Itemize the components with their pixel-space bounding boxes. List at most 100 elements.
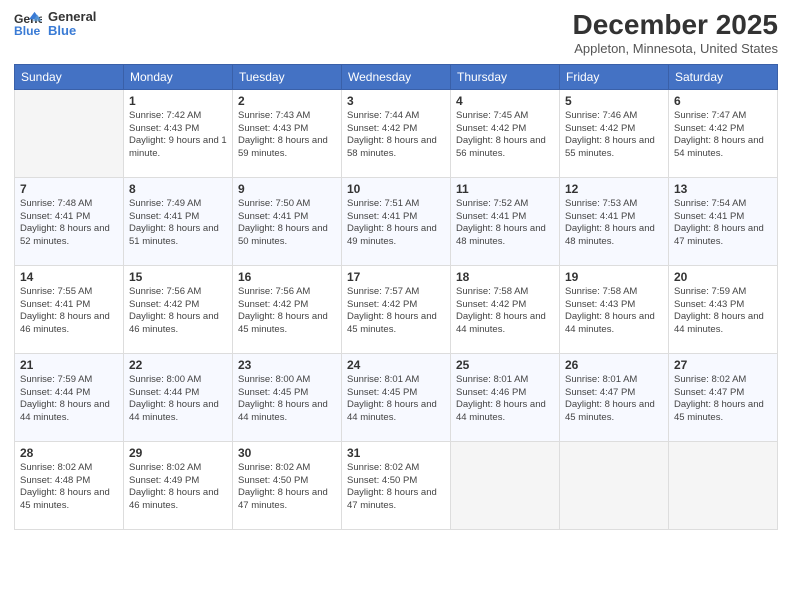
calendar-day-cell: 20 Sunrise: 7:59 AMSunset: 4:43 PMDayligh…: [669, 265, 778, 353]
day-number: 2: [238, 94, 336, 108]
day-info: Sunrise: 7:44 AMSunset: 4:42 PMDaylight:…: [347, 110, 445, 161]
day-info: Sunrise: 8:01 AMSunset: 4:45 PMDaylight:…: [347, 374, 445, 425]
day-info: Sunrise: 7:42 AMSunset: 4:43 PMDaylight:…: [129, 110, 227, 161]
weekday-header-saturday: Saturday: [669, 64, 778, 89]
day-number: 13: [674, 182, 772, 196]
day-number: 15: [129, 270, 227, 284]
calendar-header-row: SundayMondayTuesdayWednesdayThursdayFrid…: [15, 64, 778, 89]
day-number: 20: [674, 270, 772, 284]
logo: General Blue General Blue: [14, 10, 96, 39]
day-number: 7: [20, 182, 118, 196]
calendar-day-cell: 26Sunrise: 8:01 AMSunset: 4:47 PMDayligh…: [560, 353, 669, 441]
day-info: Sunrise: 7:58 AMSunset: 4:43 PMDaylight:…: [565, 286, 663, 337]
calendar-week-row: 7 Sunrise: 7:48 AMSunset: 4:41 PMDaylight…: [15, 177, 778, 265]
day-number: 30: [238, 446, 336, 460]
calendar-day-cell: 4Sunrise: 7:45 AMSunset: 4:42 PMDaylight…: [451, 89, 560, 177]
day-number: 5: [565, 94, 663, 108]
weekday-header-thursday: Thursday: [451, 64, 560, 89]
day-info: Sunrise: 7:55 AMSunset: 4:41 PMDaylight:…: [20, 286, 118, 337]
weekday-header-wednesday: Wednesday: [342, 64, 451, 89]
day-info: Sunrise: 7:46 AMSunset: 4:42 PMDaylight:…: [565, 110, 663, 161]
logo-blue-text: Blue: [48, 24, 96, 38]
calendar-day-cell: 10 Sunrise: 7:51 AMSunset: 4:41 PMDayligh…: [342, 177, 451, 265]
day-info: Sunrise: 8:02 AMSunset: 4:47 PMDaylight:…: [674, 374, 772, 425]
day-info: Sunrise: 7:50 AMSunset: 4:41 PMDaylight:…: [238, 198, 336, 249]
day-info: Sunrise: 8:00 AMSunset: 4:45 PMDaylight:…: [238, 374, 336, 425]
day-info: Sunrise: 8:01 AMSunset: 4:46 PMDaylight:…: [456, 374, 554, 425]
day-info: Sunrise: 7:52 AMSunset: 4:41 PMDaylight:…: [456, 198, 554, 249]
day-number: 17: [347, 270, 445, 284]
calendar-day-cell: 30 Sunrise: 8:02 AMSunset: 4:50 PMDayligh…: [233, 441, 342, 529]
calendar-day-cell: 19 Sunrise: 7:58 AMSunset: 4:43 PMDayligh…: [560, 265, 669, 353]
day-number: 9: [238, 182, 336, 196]
day-info: Sunrise: 7:51 AMSunset: 4:41 PMDaylight:…: [347, 198, 445, 249]
day-info: Sunrise: 8:00 AMSunset: 4:44 PMDaylight:…: [129, 374, 227, 425]
calendar-day-cell: 11 Sunrise: 7:52 AMSunset: 4:41 PMDayligh…: [451, 177, 560, 265]
calendar-day-cell: 31Sunrise: 8:02 AMSunset: 4:50 PMDayligh…: [342, 441, 451, 529]
day-number: 31: [347, 446, 445, 460]
calendar-day-cell: 9 Sunrise: 7:50 AMSunset: 4:41 PMDaylight…: [233, 177, 342, 265]
calendar-day-cell: [451, 441, 560, 529]
day-info: Sunrise: 8:02 AMSunset: 4:50 PMDaylight:…: [238, 462, 336, 513]
calendar-day-cell: 28 Sunrise: 8:02 AMSunset: 4:48 PMDayligh…: [15, 441, 124, 529]
day-number: 22: [129, 358, 227, 372]
day-number: 23: [238, 358, 336, 372]
calendar-day-cell: 1 Sunrise: 7:42 AMSunset: 4:43 PMDaylight…: [124, 89, 233, 177]
calendar-day-cell: 24 Sunrise: 8:01 AMSunset: 4:45 PMDayligh…: [342, 353, 451, 441]
calendar-day-cell: 17 Sunrise: 7:57 AMSunset: 4:42 PMDayligh…: [342, 265, 451, 353]
calendar-day-cell: [669, 441, 778, 529]
calendar-day-cell: 23 Sunrise: 8:00 AMSunset: 4:45 PMDayligh…: [233, 353, 342, 441]
day-info: Sunrise: 7:53 AMSunset: 4:41 PMDaylight:…: [565, 198, 663, 249]
calendar-day-cell: 15 Sunrise: 7:56 AMSunset: 4:42 PMDayligh…: [124, 265, 233, 353]
day-info: Sunrise: 7:48 AMSunset: 4:41 PMDaylight:…: [20, 198, 118, 249]
location-text: Appleton, Minnesota, United States: [573, 41, 778, 56]
month-title: December 2025: [573, 10, 778, 41]
calendar-day-cell: [560, 441, 669, 529]
day-number: 28: [20, 446, 118, 460]
calendar-day-cell: 2 Sunrise: 7:43 AMSunset: 4:43 PMDaylight…: [233, 89, 342, 177]
day-info: Sunrise: 7:59 AMSunset: 4:44 PMDaylight:…: [20, 374, 118, 425]
calendar-day-cell: 25 Sunrise: 8:01 AMSunset: 4:46 PMDayligh…: [451, 353, 560, 441]
calendar-day-cell: 13 Sunrise: 7:54 AMSunset: 4:41 PMDayligh…: [669, 177, 778, 265]
day-number: 25: [456, 358, 554, 372]
day-number: 29: [129, 446, 227, 460]
calendar-day-cell: 7 Sunrise: 7:48 AMSunset: 4:41 PMDaylight…: [15, 177, 124, 265]
calendar-week-row: 1 Sunrise: 7:42 AMSunset: 4:43 PMDaylight…: [15, 89, 778, 177]
day-number: 10: [347, 182, 445, 196]
day-info: Sunrise: 8:02 AMSunset: 4:49 PMDaylight:…: [129, 462, 227, 513]
day-number: 12: [565, 182, 663, 196]
day-number: 27: [674, 358, 772, 372]
calendar-day-cell: [15, 89, 124, 177]
day-info: Sunrise: 7:54 AMSunset: 4:41 PMDaylight:…: [674, 198, 772, 249]
svg-text:Blue: Blue: [14, 24, 41, 38]
day-number: 21: [20, 358, 118, 372]
day-info: Sunrise: 7:56 AMSunset: 4:42 PMDaylight:…: [129, 286, 227, 337]
day-info: Sunrise: 7:59 AMSunset: 4:43 PMDaylight:…: [674, 286, 772, 337]
calendar-table: SundayMondayTuesdayWednesdayThursdayFrid…: [14, 64, 778, 530]
day-number: 1: [129, 94, 227, 108]
calendar-week-row: 14Sunrise: 7:55 AMSunset: 4:41 PMDayligh…: [15, 265, 778, 353]
calendar-week-row: 21 Sunrise: 7:59 AMSunset: 4:44 PMDayligh…: [15, 353, 778, 441]
calendar-day-cell: 29 Sunrise: 8:02 AMSunset: 4:49 PMDayligh…: [124, 441, 233, 529]
calendar-day-cell: 18Sunrise: 7:58 AMSunset: 4:42 PMDayligh…: [451, 265, 560, 353]
weekday-header-tuesday: Tuesday: [233, 64, 342, 89]
day-info: Sunrise: 7:49 AMSunset: 4:41 PMDaylight:…: [129, 198, 227, 249]
weekday-header-sunday: Sunday: [15, 64, 124, 89]
day-number: 19: [565, 270, 663, 284]
day-number: 24: [347, 358, 445, 372]
day-info: Sunrise: 7:57 AMSunset: 4:42 PMDaylight:…: [347, 286, 445, 337]
title-section: December 2025 Appleton, Minnesota, Unite…: [573, 10, 778, 56]
calendar-day-cell: 5 Sunrise: 7:46 AMSunset: 4:42 PMDaylight…: [560, 89, 669, 177]
day-info: Sunrise: 7:43 AMSunset: 4:43 PMDaylight:…: [238, 110, 336, 161]
calendar-day-cell: 6Sunrise: 7:47 AMSunset: 4:42 PMDaylight…: [669, 89, 778, 177]
day-info: Sunrise: 7:45 AMSunset: 4:42 PMDaylight:…: [456, 110, 554, 161]
day-info: Sunrise: 7:56 AMSunset: 4:42 PMDaylight:…: [238, 286, 336, 337]
day-info: Sunrise: 8:02 AMSunset: 4:48 PMDaylight:…: [20, 462, 118, 513]
page-header: General Blue General Blue December 2025 …: [14, 10, 778, 56]
calendar-day-cell: 16Sunrise: 7:56 AMSunset: 4:42 PMDayligh…: [233, 265, 342, 353]
day-number: 11: [456, 182, 554, 196]
calendar-day-cell: 21 Sunrise: 7:59 AMSunset: 4:44 PMDayligh…: [15, 353, 124, 441]
day-number: 6: [674, 94, 772, 108]
calendar-day-cell: 8Sunrise: 7:49 AMSunset: 4:41 PMDaylight…: [124, 177, 233, 265]
logo-general-text: General: [48, 10, 96, 24]
